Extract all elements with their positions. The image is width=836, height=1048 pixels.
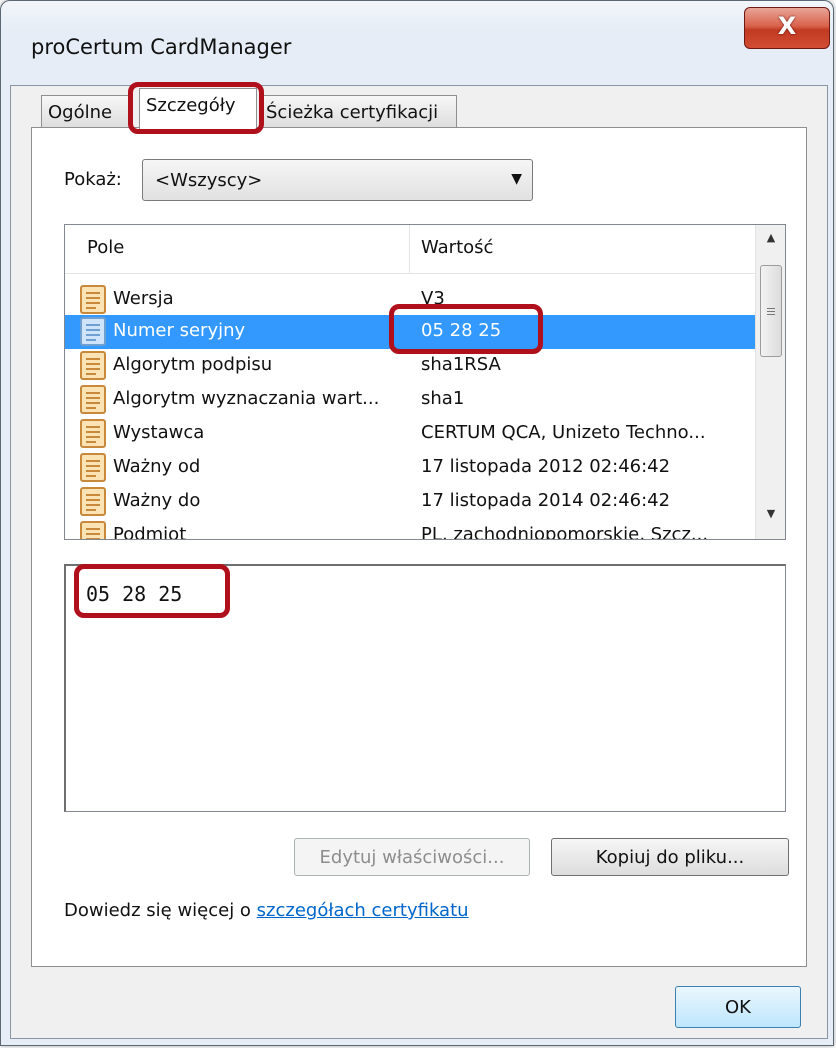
- certificate-details-link[interactable]: szczegółach certyfikatu: [257, 900, 469, 921]
- field-value: PL, zachodniopomorskie, Szcz...: [421, 524, 709, 540]
- ok-button[interactable]: OK: [675, 986, 801, 1028]
- chevron-down-icon: ▼: [511, 171, 522, 187]
- close-button[interactable]: X: [744, 7, 830, 49]
- tab-general[interactable]: Ogólne: [41, 95, 130, 129]
- certificate-field-icon: [80, 317, 106, 346]
- show-label: Pokaż:: [64, 169, 122, 190]
- list-row[interactable]: Algorytm podpisu sha1RSA: [65, 349, 755, 383]
- column-header-field[interactable]: Pole: [87, 237, 124, 258]
- field-value: CERTUM QCA, Unizeto Techno...: [421, 422, 706, 443]
- fields-list[interactable]: Pole Wartość Wersja V3 Numer seryjny 05 …: [64, 224, 786, 540]
- scrollbar-thumb[interactable]: [760, 265, 782, 357]
- field-name: Wystawca: [113, 422, 205, 443]
- field-name: Wersja: [113, 288, 174, 309]
- field-name: Algorytm podpisu: [113, 354, 273, 375]
- show-dropdown-value: <Wszyscy>: [155, 170, 263, 191]
- list-row[interactable]: Ważny od 17 listopada 2012 02:46:42: [65, 451, 755, 485]
- field-value: 17 listopada 2014 02:46:42: [421, 490, 671, 511]
- edit-properties-button[interactable]: Edytuj właściwości...: [294, 838, 530, 876]
- show-dropdown[interactable]: <Wszyscy> ▼: [142, 159, 533, 201]
- field-value: sha1RSA: [421, 354, 501, 375]
- detail-highlight-box: [74, 564, 230, 618]
- field-name: Ważny od: [113, 456, 201, 477]
- column-header-value[interactable]: Wartość: [421, 237, 493, 258]
- title-bar[interactable]: proCertum CardManager X: [1, 1, 835, 85]
- value-highlight-box: [389, 304, 543, 354]
- scroll-up-icon[interactable]: ▲: [756, 231, 785, 261]
- column-divider[interactable]: [409, 225, 410, 273]
- list-scrollbar[interactable]: ▲ ▼: [755, 225, 785, 539]
- certificate-field-icon: [80, 453, 106, 482]
- field-value: sha1: [421, 388, 465, 409]
- list-row[interactable]: Ważny do 17 listopada 2014 02:46:42: [65, 485, 755, 519]
- copy-to-file-button[interactable]: Kopiuj do pliku...: [551, 838, 789, 876]
- list-row[interactable]: Algorytm wyznaczania wart... sha1: [65, 383, 755, 417]
- field-name: Ważny do: [113, 490, 201, 511]
- certificate-field-icon: [80, 521, 106, 539]
- tab-certification-path[interactable]: Ścieżka certyfikacji: [259, 95, 457, 129]
- certificate-field-icon: [80, 285, 106, 314]
- tab-highlight-box: [128, 82, 264, 134]
- certificate-field-icon: [80, 487, 106, 516]
- scroll-down-icon[interactable]: ▼: [756, 507, 785, 537]
- window-title: proCertum CardManager: [31, 35, 292, 59]
- field-value: 17 listopada 2012 02:46:42: [421, 456, 671, 477]
- learn-more-prefix: Dowiedz się więcej o: [64, 900, 257, 921]
- certificate-field-icon: [80, 351, 106, 380]
- list-header: Pole Wartość: [65, 225, 755, 274]
- close-icon: X: [777, 12, 797, 40]
- list-row[interactable]: Wystawca CERTUM QCA, Unizeto Techno...: [65, 417, 755, 451]
- field-name: Podmiot: [113, 524, 187, 540]
- list-row[interactable]: Podmiot PL, zachodniopomorskie, Szcz...: [65, 519, 755, 540]
- certificate-field-icon: [80, 419, 106, 448]
- learn-more-text: Dowiedz się więcej o szczegółach certyfi…: [64, 900, 469, 921]
- field-name: Numer seryjny: [113, 320, 246, 341]
- field-name: Algorytm wyznaczania wart...: [113, 388, 380, 409]
- grip-icon: [767, 308, 775, 309]
- certificate-field-icon: [80, 385, 106, 414]
